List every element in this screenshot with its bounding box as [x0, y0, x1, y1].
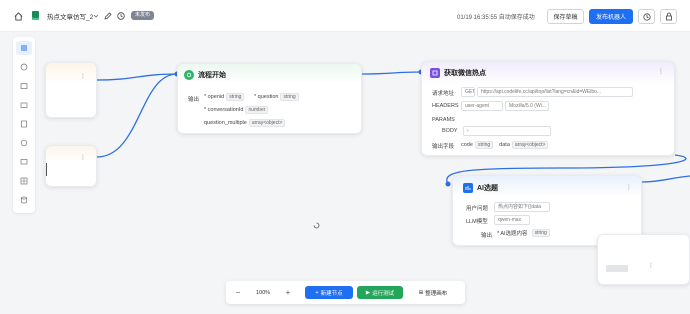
- param-name: * question: [254, 94, 279, 100]
- publish-button[interactable]: 发布机器人: [589, 9, 633, 24]
- model-select[interactable]: qwen-max: [494, 215, 530, 225]
- chevron-down-icon[interactable]: [92, 11, 100, 21]
- prompt-input[interactable]: 热点内容如下{{data: [494, 202, 550, 212]
- input-label: 输出: [188, 97, 200, 103]
- image-icon[interactable]: [16, 79, 32, 93]
- plugin-icon[interactable]: [16, 136, 32, 150]
- zoom-in-button[interactable]: +: [282, 286, 294, 299]
- prompt-label: 用户问题: [466, 206, 489, 212]
- output-type: string: [474, 141, 494, 149]
- run-test-button[interactable]: ▶ 运行测试: [357, 286, 403, 299]
- param-type: number: [245, 106, 269, 114]
- message-icon[interactable]: [16, 155, 32, 169]
- node-list-icon[interactable]: [16, 41, 32, 55]
- document-icon[interactable]: [16, 117, 32, 131]
- body-input[interactable]: ›: [463, 126, 551, 136]
- node-title: 流程开始: [198, 72, 226, 79]
- more-icon[interactable]: ⋮: [626, 184, 632, 191]
- run-test-label: 运行测试: [372, 290, 395, 297]
- page-title: 热点文章仿写_2: [47, 14, 94, 21]
- more-icon[interactable]: ⋮: [80, 154, 86, 161]
- chevron-right-icon: ›: [467, 128, 469, 134]
- headers-label: HEADERS: [432, 103, 459, 109]
- chat-icon[interactable]: [16, 60, 32, 74]
- text-cursor: [46, 163, 47, 176]
- play-icon: ▶: [365, 289, 371, 296]
- header-key-input[interactable]: user-agent: [461, 101, 503, 111]
- output-label: 输出: [481, 233, 493, 239]
- add-node-button[interactable]: + 新建节点: [305, 286, 353, 299]
- output-name: code: [461, 142, 473, 148]
- more-icon[interactable]: ⋮: [80, 73, 86, 80]
- zoom-level: 100%: [255, 289, 271, 296]
- lock-icon[interactable]: [660, 9, 677, 24]
- top-bar: 热点文章仿写_2 未发布 01/19 16:35:55 自动保存成功 保存草稿 …: [0, 0, 690, 32]
- http-request-node[interactable]: 获取微信热点 ⋮ 请求地址 GET https://api.codelife.c…: [421, 61, 675, 156]
- table-icon[interactable]: [16, 174, 32, 188]
- video-icon[interactable]: [16, 98, 32, 112]
- param-name: * openid: [204, 94, 225, 100]
- start-node[interactable]: 流程开始 输出 * openid string * question strin…: [177, 63, 362, 134]
- param-name: question_multiple: [204, 120, 247, 126]
- clock-icon[interactable]: [116, 10, 126, 21]
- param-name: * conversationId: [204, 107, 244, 113]
- left-toolbar: [13, 37, 35, 213]
- body-label: BODY: [442, 128, 458, 134]
- autosave-timestamp: 01/19 16:35:55 自动保存成功: [457, 15, 535, 21]
- header-value-input[interactable]: Mozilla/5.0 (Wi...: [505, 101, 549, 111]
- history-icon[interactable]: [638, 9, 655, 24]
- param-type: string: [226, 93, 245, 101]
- zoom-out-button[interactable]: −: [232, 286, 244, 299]
- placeholder-block: [606, 265, 628, 272]
- status-badge: 未发布: [131, 11, 155, 20]
- more-icon[interactable]: ⋮: [648, 262, 654, 269]
- node-title: AI选题: [477, 185, 498, 192]
- url-input[interactable]: https://api.codelife.cc/api/top/list?lan…: [477, 87, 633, 97]
- app-logo-icon: [30, 9, 41, 22]
- save-draft-button[interactable]: 保存草稿: [547, 9, 584, 24]
- url-label: 请求地址: [432, 91, 455, 97]
- method-select[interactable]: GET: [461, 87, 475, 97]
- partial-node-top[interactable]: ⋮: [45, 62, 97, 118]
- params-label: PARAMS: [432, 117, 455, 123]
- http-icon: [430, 68, 440, 78]
- node-title: 获取微信热点: [444, 70, 486, 77]
- param-type: string: [280, 93, 299, 101]
- output-type: array<object>: [511, 141, 549, 149]
- more-icon[interactable]: ⋮: [658, 68, 664, 75]
- loading-cursor-icon: [313, 222, 320, 229]
- output-name: * AI选题内容: [497, 231, 528, 237]
- edit-icon[interactable]: [103, 10, 113, 21]
- param-type: array<object>: [248, 119, 286, 127]
- ai-icon: [463, 183, 473, 193]
- output-name: data: [499, 142, 510, 148]
- connection-lines: [96, 69, 690, 187]
- start-icon: [184, 70, 194, 80]
- output-type: string: [531, 229, 550, 237]
- output-label: 输出字段: [432, 144, 455, 150]
- database-icon[interactable]: [16, 193, 32, 207]
- arrange-canvas-button[interactable]: ⊞ 整理画布: [407, 286, 459, 299]
- partial-node-right[interactable]: ⋮: [597, 234, 690, 285]
- arrange-label: 整理画布: [425, 290, 448, 297]
- partial-node-bottom[interactable]: ⋮: [45, 145, 97, 187]
- add-node-label: 新建节点: [320, 290, 343, 297]
- plus-icon: +: [315, 289, 319, 296]
- bottom-toolbar: − 100% + + 新建节点 ▶ 运行测试 ⊞ 整理画布: [226, 281, 465, 304]
- home-icon[interactable]: [12, 10, 24, 22]
- model-label: LLM模型: [466, 219, 488, 225]
- arrange-icon: ⊞: [418, 289, 424, 296]
